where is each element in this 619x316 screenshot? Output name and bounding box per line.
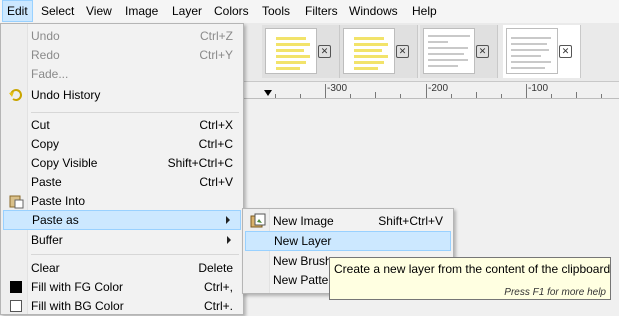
submenu-arrow-icon [227, 236, 231, 244]
ruler-label: -200 [428, 83, 449, 94]
close-tab-icon[interactable]: ✕ [396, 45, 409, 58]
menu-edit[interactable]: Edit [2, 0, 33, 22]
menu-item-copy[interactable]: Copy Ctrl+C [3, 134, 241, 154]
edit-menu: Undo Ctrl+Z Redo Ctrl+Y Fade... Undo Histo… [0, 23, 244, 315]
close-tab-icon[interactable]: ✕ [318, 45, 331, 58]
new-image-icon [250, 213, 266, 228]
menu-item-buffer[interactable]: Buffer [3, 230, 241, 250]
menu-item-new-layer[interactable]: New Layer [245, 231, 451, 251]
menu-colors[interactable]: Colors [210, 0, 253, 22]
menu-item-cut[interactable]: Cut Ctrl+X [3, 115, 241, 135]
submenu-arrow-icon [226, 216, 230, 224]
menu-item-copy-visible[interactable]: Copy Visible Shift+Ctrl+C [3, 153, 241, 173]
menu-item-undo[interactable]: Undo Ctrl+Z [3, 26, 241, 46]
menu-select[interactable]: Select [37, 0, 78, 22]
ruler-pointer-icon [264, 90, 272, 96]
ruler-label: -100 [528, 83, 549, 94]
menu-layer[interactable]: Layer [168, 0, 206, 22]
bg-color-swatch-icon [10, 300, 22, 312]
image-tab[interactable]: ✕ [420, 25, 498, 78]
menu-tools[interactable]: Tools [258, 0, 294, 22]
menu-view[interactable]: View [82, 0, 116, 22]
tooltip: Create a new layer from the content of t… [329, 257, 611, 300]
menu-item-fade[interactable]: Fade... [3, 64, 241, 84]
menu-help[interactable]: Help [408, 0, 441, 22]
image-thumbnail [343, 28, 395, 74]
image-thumbnail [506, 28, 558, 74]
menu-item-paste[interactable]: Paste Ctrl+V [3, 172, 241, 192]
undo-history-icon [9, 89, 22, 101]
image-tab-active[interactable]: ✕ [503, 25, 581, 78]
menu-item-redo[interactable]: Redo Ctrl+Y [3, 45, 241, 65]
menu-item-paste-into[interactable]: Paste Into [3, 191, 241, 211]
fg-color-swatch-icon [10, 281, 22, 293]
close-tab-icon[interactable]: ✕ [559, 45, 572, 58]
image-tab[interactable]: ✕ [340, 25, 418, 78]
menu-filters[interactable]: Filters [301, 0, 342, 22]
menu-windows[interactable]: Windows [345, 0, 402, 22]
menu-item-clear[interactable]: Clear Delete [3, 258, 241, 278]
horizontal-ruler[interactable]: -300 -200 -100 [240, 82, 619, 99]
menubar: Edit Select View Image Layer Colors Tool… [0, 0, 619, 24]
image-tab[interactable]: ✕ [262, 25, 340, 78]
menu-item-fill-fg[interactable]: Fill with FG Color Ctrl+, [3, 277, 241, 297]
image-thumbnail [423, 28, 475, 74]
menu-item-undo-history[interactable]: Undo History [3, 85, 241, 105]
close-tab-icon[interactable]: ✕ [476, 45, 489, 58]
menu-item-paste-as[interactable]: Paste as [3, 210, 241, 230]
menu-item-fill-bg[interactable]: Fill with BG Color Ctrl+. [3, 296, 241, 316]
menu-image[interactable]: Image [121, 0, 162, 22]
tooltip-help-hint: Press F1 for more help [504, 287, 606, 298]
tooltip-text: Create a new layer from the content of t… [334, 262, 611, 276]
menu-item-new-image[interactable]: New Image Shift+Ctrl+V [245, 211, 451, 231]
paste-into-icon [9, 195, 24, 209]
ruler-label: -300 [327, 83, 348, 94]
image-thumbnail [265, 28, 317, 74]
image-tabs-bar: ✕ ✕ ✕ ✕ [240, 23, 619, 82]
